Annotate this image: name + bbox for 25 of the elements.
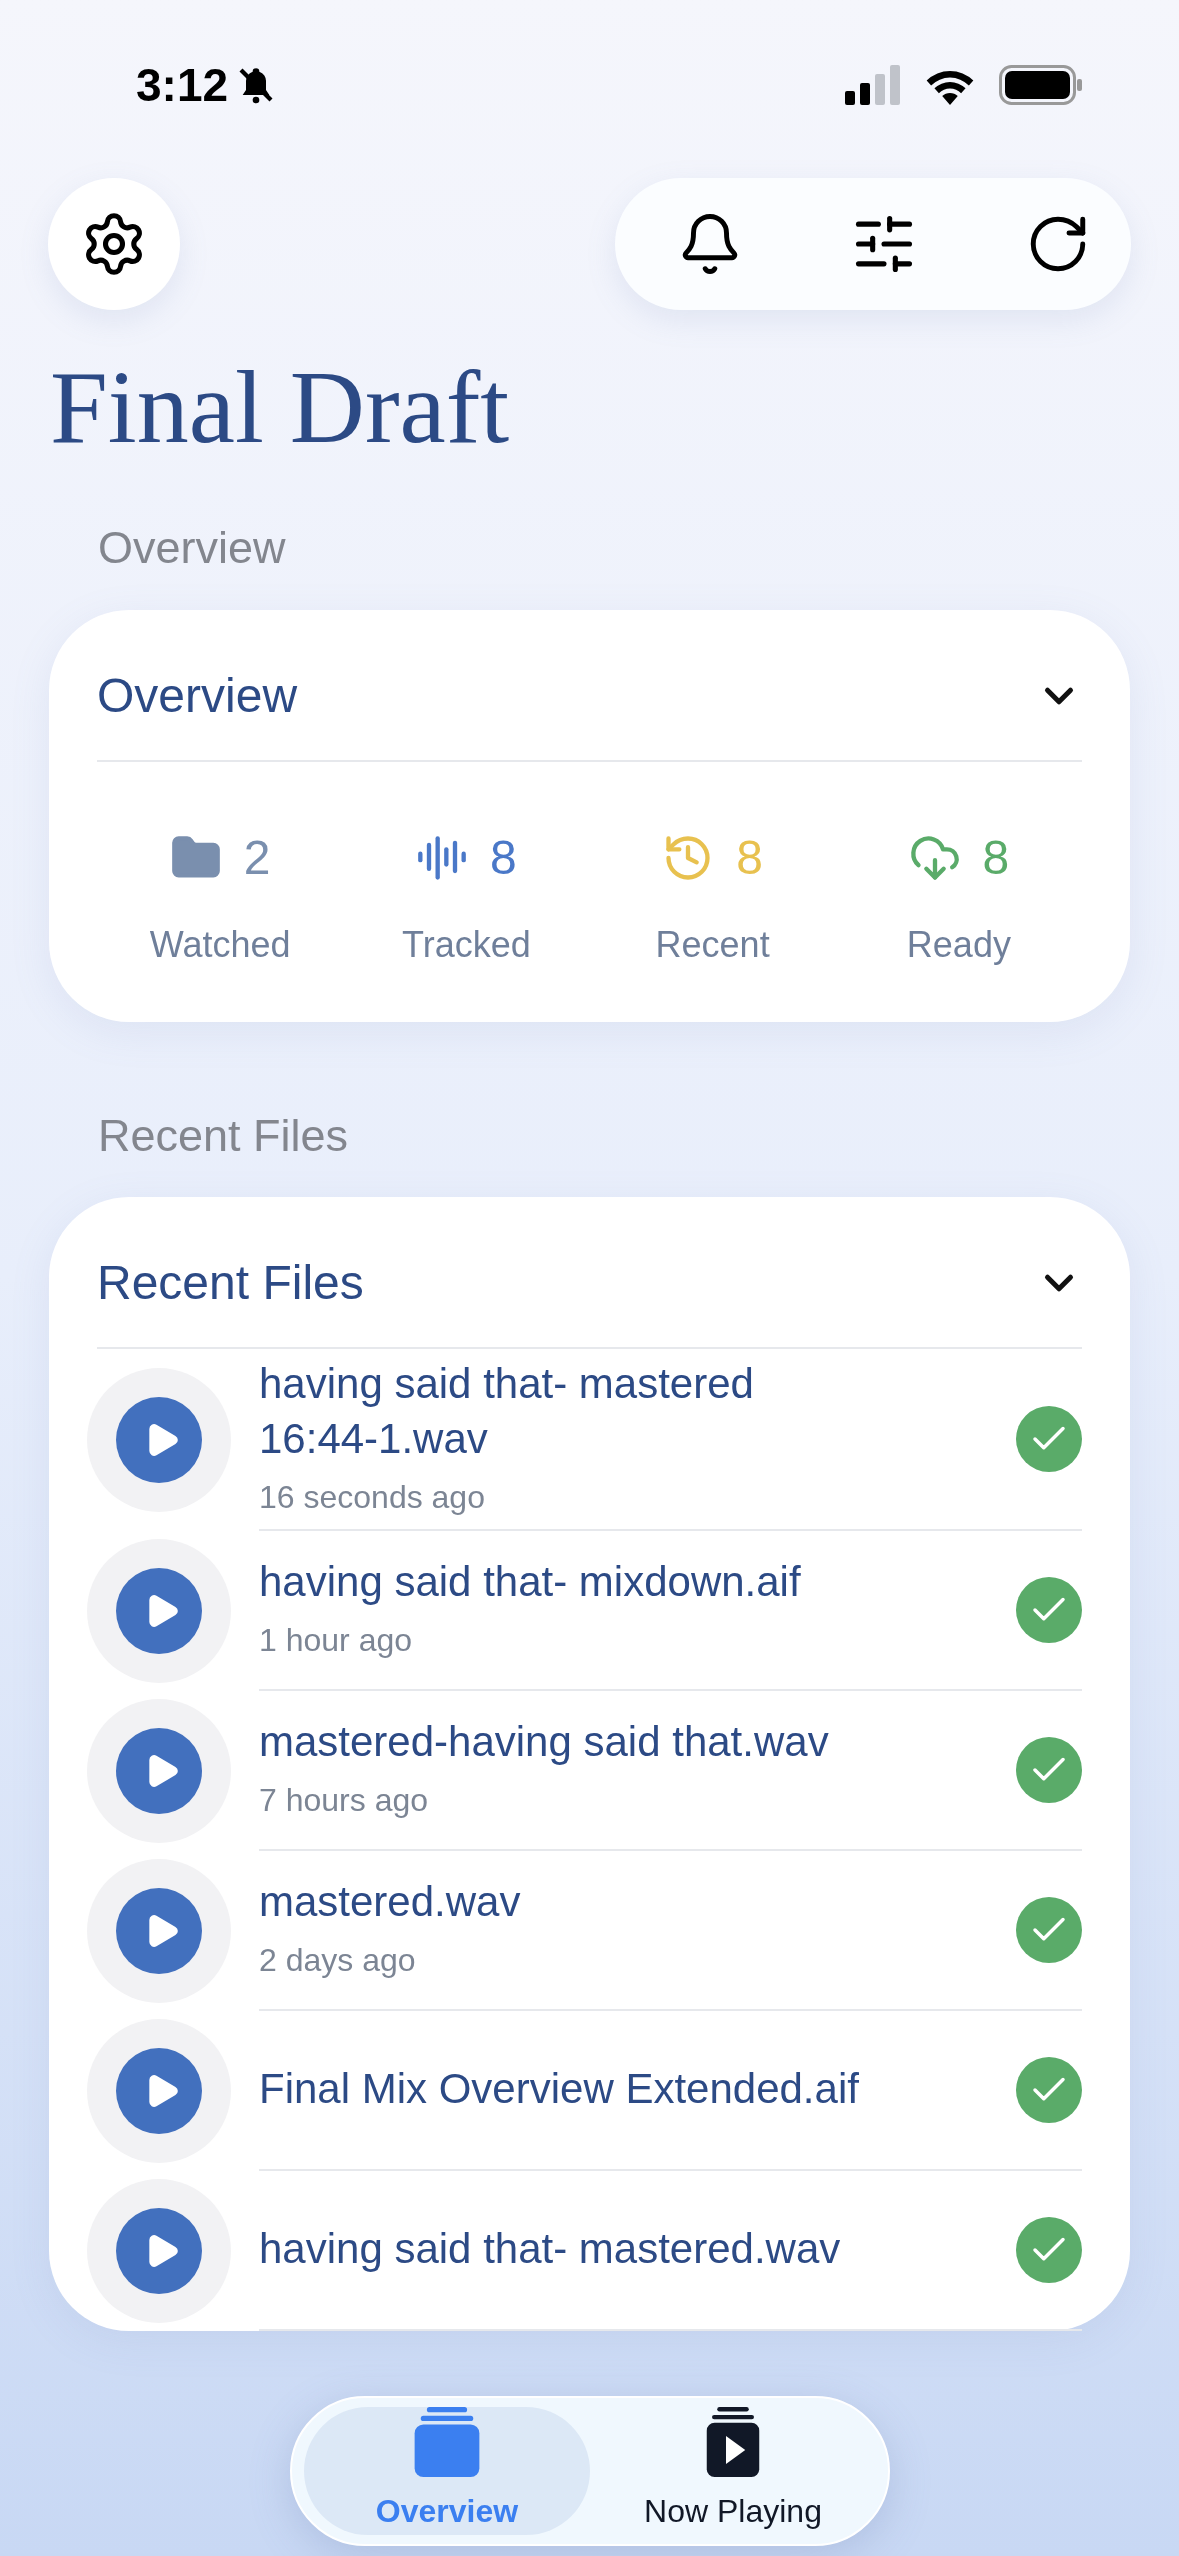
tab[interactable]: Now Playing (590, 2407, 876, 2535)
file-name: having said that- mastered 16:44-1.wav (259, 1359, 755, 1464)
file-name: mastered.wav (259, 1877, 522, 1928)
stat-label: Ready (906, 922, 1011, 967)
stat-label: Tracked (402, 922, 531, 967)
card-title: Recent Files (97, 1255, 364, 1312)
file-time: 2 days ago (259, 1940, 417, 1980)
file-time: 7 hours ago (259, 1780, 429, 1820)
file-time: 1 hour ago (259, 1620, 413, 1660)
file-name: having said that- mastered.wav (259, 2224, 842, 2275)
file-time: 16 seconds ago (259, 1477, 486, 1517)
section-label: Overview (97, 521, 287, 576)
stat-value: 8 (982, 829, 1010, 886)
stat-value: 2 (243, 829, 271, 886)
stat-value: 8 (490, 829, 517, 886)
stat-label: Recent (655, 922, 770, 967)
card-title: Overview (97, 667, 298, 724)
stat-value: 8 (736, 829, 763, 886)
file-name: Final Mix Overview Extended.aif (259, 2064, 859, 2115)
file-name: having said that- mixdown.aif (259, 1557, 802, 1608)
stat-label: Watched (149, 922, 291, 967)
section-label: Recent Files (97, 1108, 350, 1163)
status-time: 3:12 (136, 57, 229, 113)
page-title: Final Draft (49, 350, 511, 465)
file-name: mastered-having said that.wav (259, 1717, 830, 1768)
